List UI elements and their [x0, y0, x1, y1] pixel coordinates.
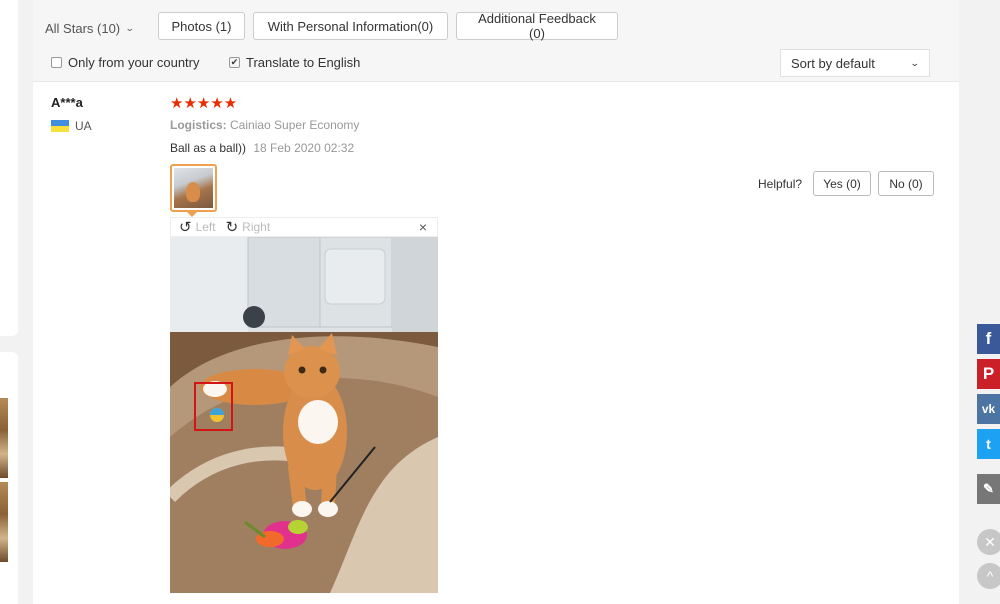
- sort-label: Sort by default: [791, 55, 875, 71]
- product-thumbnail[interactable]: [0, 482, 8, 562]
- rotate-right-button[interactable]: ↻ Right: [226, 220, 271, 235]
- edit-icon[interactable]: ✎: [977, 474, 1000, 504]
- sort-dropdown[interactable]: Sort by default ⌄: [780, 49, 930, 77]
- facebook-share-button[interactable]: f: [977, 324, 1000, 354]
- review-photo-large: [170, 237, 438, 593]
- logistics-label: Logistics:: [170, 118, 227, 132]
- translate-label: Translate to English: [246, 55, 361, 70]
- close-circle-icon[interactable]: ✕: [977, 529, 1000, 555]
- star-rating: ★★★★★: [170, 95, 238, 112]
- rotate-right-label: Right: [242, 220, 271, 234]
- product-thumbnail[interactable]: [0, 398, 8, 478]
- translate-option[interactable]: ✔ Translate to English: [229, 55, 360, 70]
- photos-filter-button[interactable]: Photos (1): [158, 12, 245, 40]
- twitter-share-button[interactable]: t: [977, 429, 1000, 459]
- rotate-left-button[interactable]: ↺ Left: [179, 220, 216, 235]
- cat-photo-illustration: [170, 237, 438, 593]
- photo-viewer-toolbar: ↺ Left ↻ Right ×: [170, 217, 438, 237]
- additional-feedback-filter-button[interactable]: Additional Feedback (0): [456, 11, 618, 41]
- logistics-value: Cainiao Super Economy: [230, 118, 360, 132]
- filter-bar: All Stars (10) ⌄ Photos (1) With Persona…: [33, 0, 959, 82]
- chevron-down-icon: ⌄: [910, 57, 921, 68]
- all-stars-dropdown[interactable]: All Stars (10) ⌄: [45, 16, 135, 40]
- logistics-info: Logistics: Cainiao Super Economy: [170, 118, 359, 132]
- rotate-left-icon: ↺: [179, 218, 192, 236]
- personal-info-filter-button[interactable]: With Personal Information(0): [253, 12, 448, 40]
- all-stars-label: All Stars (10): [45, 20, 121, 36]
- ukraine-flag-icon: [51, 120, 69, 132]
- reviews-panel: All Stars (10) ⌄ Photos (1) With Persona…: [33, 0, 959, 604]
- left-column-panel: [0, 0, 18, 336]
- only-country-option[interactable]: Only from your country: [51, 55, 200, 70]
- review-photo-thumbnail[interactable]: [170, 164, 217, 212]
- only-country-checkbox[interactable]: [51, 57, 62, 68]
- review-content: Ball as a ball)) 18 Feb 2020 02:32: [170, 141, 354, 155]
- scroll-top-icon[interactable]: ^: [977, 563, 1000, 589]
- close-icon[interactable]: ×: [419, 219, 427, 235]
- vk-share-button[interactable]: vk: [977, 394, 1000, 424]
- pinterest-share-button[interactable]: P: [977, 359, 1000, 389]
- only-country-label: Only from your country: [68, 55, 200, 70]
- rotate-left-label: Left: [195, 220, 216, 234]
- left-column-thumbnails: [0, 352, 18, 604]
- reviewer-name: A***a: [51, 95, 83, 110]
- cat-photo-thumbnail-image: [174, 168, 213, 208]
- helpful-no-button[interactable]: No (0): [878, 171, 934, 196]
- helpful-yes-button[interactable]: Yes (0): [813, 171, 871, 196]
- translate-checkbox[interactable]: ✔: [229, 57, 240, 68]
- chevron-down-icon: ⌄: [125, 22, 135, 33]
- review-text: Ball as a ball)): [170, 141, 247, 155]
- helpful-label: Helpful?: [758, 177, 803, 191]
- reviewer-country: UA: [75, 119, 92, 133]
- rotate-right-icon: ↻: [225, 218, 239, 236]
- review-date: 18 Feb 2020 02:32: [253, 141, 355, 155]
